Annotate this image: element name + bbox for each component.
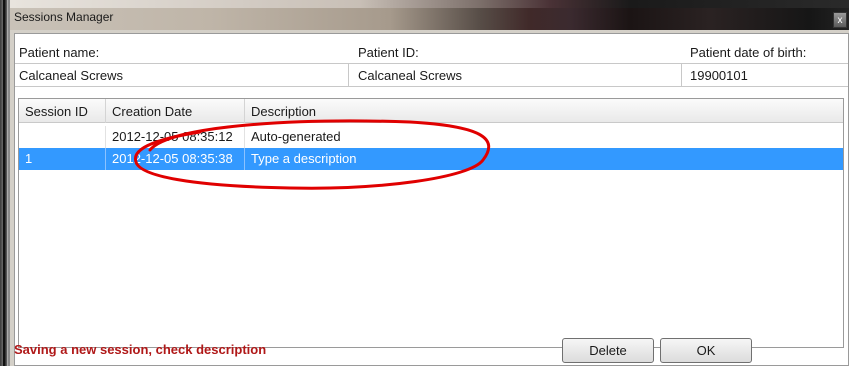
patient-name-label: Patient name: (19, 45, 100, 60)
title-bar[interactable] (10, 8, 849, 30)
patient-dob-value: 19900101 (690, 68, 748, 83)
close-icon: x (837, 15, 843, 26)
cell-creation-date: 2012-12-05 08:35:38 (106, 148, 245, 170)
sessions-table[interactable]: Session ID Creation Date Description 201… (18, 98, 844, 348)
sessions-manager-window: Sessions Manager x Patient name: Patient… (8, 0, 849, 366)
close-button[interactable]: x (833, 12, 847, 28)
window-title: Sessions Manager (14, 10, 114, 24)
table-row-selected[interactable]: 1 2012-12-05 08:35:38 Type a description (19, 148, 843, 170)
screen: Sessions Manager x Patient name: Patient… (0, 0, 849, 366)
column-header-creation-date[interactable]: Creation Date (106, 99, 245, 123)
column-header-session-id[interactable]: Session ID (19, 99, 106, 123)
window-frame-top (10, 0, 849, 8)
background-window-frame (0, 0, 8, 366)
delete-button[interactable]: Delete (562, 338, 654, 363)
patient-dob-label: Patient date of birth: (690, 45, 807, 60)
patient-id-value: Calcaneal Screws (358, 68, 463, 83)
column-header-description[interactable]: Description (245, 99, 843, 123)
patient-name-value: Calcaneal Screws (19, 68, 124, 83)
status-message: Saving a new session, check description (14, 342, 267, 357)
table-header: Session ID Creation Date Description (19, 99, 843, 123)
ok-button[interactable]: OK (660, 338, 752, 363)
cell-creation-date: 2012-12-05 08:35:12 (106, 126, 245, 148)
patient-id-label: Patient ID: (358, 45, 419, 60)
cell-session-id: 1 (19, 148, 106, 170)
dialog-content: Patient name: Patient ID: Patient date o… (14, 33, 849, 366)
table-row[interactable]: 2012-12-05 08:35:12 Auto-generated (19, 126, 843, 148)
cell-description[interactable]: Auto-generated (245, 126, 843, 148)
cell-session-id (19, 126, 106, 148)
cell-description[interactable]: Type a description (245, 148, 843, 170)
